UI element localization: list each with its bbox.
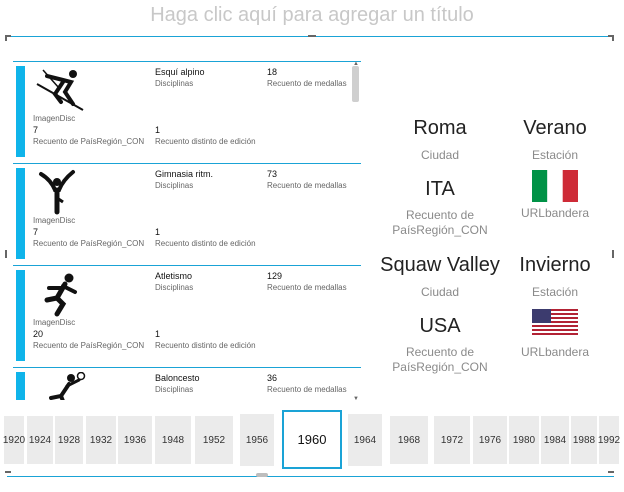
editions-label: Recuento distinto de edición: [155, 239, 256, 248]
discipline-label: Disciplinas: [155, 385, 194, 394]
year-tile[interactable]: 1992: [598, 416, 620, 464]
city-card[interactable]: Squaw Valley Ciudad: [378, 254, 502, 300]
card-accent-bar: [16, 372, 25, 400]
discipline-card[interactable]: ImagenDisc Esquí alpino Disciplinas 18 R…: [13, 61, 361, 157]
flag-card[interactable]: URLbandera: [500, 170, 610, 221]
year-tile[interactable]: 1988: [571, 416, 597, 464]
season-label: Estación: [531, 148, 579, 162]
frame-corner-top-left-v: [5, 35, 7, 41]
frame-corner-top-right-v: [612, 35, 614, 41]
alpine-skiing-icon: [36, 69, 84, 111]
season-value: Verano: [523, 117, 587, 139]
discipline-label: Disciplinas: [155, 283, 194, 292]
year-tile[interactable]: 1976: [473, 416, 507, 464]
medals-label: Recuento de medallas: [267, 283, 347, 292]
medals-label: Recuento de medallas: [267, 385, 347, 394]
rhythmic-gymnastics-icon: [39, 170, 75, 215]
image-label: ImagenDisc: [33, 318, 76, 327]
frame-corner-bottom-left: [5, 471, 11, 473]
medals-value: 73: [267, 169, 278, 179]
year-tile[interactable]: 1932: [86, 416, 116, 464]
countries-label: Recuento de PaísRegión_CON: [33, 239, 145, 248]
card-list-scrollbar[interactable]: [352, 66, 359, 102]
report-title-placeholder[interactable]: Haga clic aquí para agregar un título: [0, 4, 624, 27]
noc-label-line2: PaísRegión_CON: [392, 223, 488, 237]
city-value: Squaw Valley: [380, 254, 500, 276]
card-accent-bar: [16, 270, 25, 361]
year-tile[interactable]: 1920: [3, 416, 25, 464]
basketball-icon: [49, 372, 86, 400]
noc-label-line1: Recuento de: [405, 345, 475, 359]
year-tile[interactable]: 1924: [27, 416, 53, 464]
discipline-label: Disciplinas: [155, 181, 194, 190]
frame-top-handle[interactable]: [308, 35, 316, 37]
countries-value: 7: [33, 227, 39, 237]
year-tile-selected[interactable]: 1960: [282, 410, 342, 469]
season-card[interactable]: Verano Estación: [500, 117, 610, 163]
editions-value: 1: [155, 329, 161, 339]
flag-card[interactable]: URLbandera: [500, 309, 610, 360]
city-value: Roma: [413, 117, 467, 139]
countries-value: 20: [33, 329, 44, 339]
noc-value: USA: [419, 315, 461, 337]
scroll-down-arrow-icon[interactable]: ▼: [353, 396, 359, 402]
discipline-card[interactable]: ImagenDisc Gimnasia ritm. Disciplinas 73…: [13, 163, 361, 259]
season-card[interactable]: Invierno Estación: [500, 254, 610, 300]
city-label: Ciudad: [420, 285, 460, 299]
year-tile[interactable]: 1968: [390, 416, 428, 464]
discipline-card[interactable]: Baloncesto Disciplinas 36 Recuento de me…: [13, 367, 361, 400]
year-slicer[interactable]: 1920 1924 1928 1932 1936 1948 1952 1956 …: [0, 408, 624, 470]
year-tile[interactable]: 1980: [509, 416, 539, 464]
city-card[interactable]: Roma Ciudad: [384, 117, 496, 163]
discipline-value: Gimnasia ritm.: [155, 169, 214, 179]
editions-label: Recuento distinto de edición: [155, 137, 256, 146]
editions-value: 1: [155, 125, 161, 135]
usa-flag-icon: [532, 309, 578, 335]
discipline-card-list[interactable]: ImagenDisc Esquí alpino Disciplinas 18 R…: [13, 61, 361, 400]
year-tile[interactable]: 1952: [195, 416, 233, 464]
noc-value: ITA: [425, 178, 455, 200]
year-tile[interactable]: 1928: [55, 416, 83, 464]
medals-label: Recuento de medallas: [267, 79, 347, 88]
countries-value: 7: [33, 125, 39, 135]
year-tile[interactable]: 1964: [348, 414, 382, 466]
city-label: Ciudad: [420, 148, 460, 162]
frame-right-handle[interactable]: [612, 250, 614, 258]
countries-label: Recuento de PaísRegión_CON: [33, 341, 145, 350]
noc-label-line2: PaísRegión_CON: [392, 360, 488, 374]
year-tile[interactable]: 1956: [240, 414, 274, 466]
medals-value: 129: [267, 271, 283, 281]
discipline-label: Disciplinas: [155, 79, 194, 88]
card-accent-bar: [16, 66, 25, 157]
discipline-value: Esquí alpino: [155, 67, 205, 77]
year-tile[interactable]: 1972: [434, 416, 470, 464]
medals-value: 18: [267, 67, 278, 77]
noc-count-card[interactable]: USA Recuento de PaísRegión_CON: [384, 315, 496, 375]
countries-label: Recuento de PaísRegión_CON: [33, 137, 145, 146]
flag-label: URLbandera: [520, 206, 590, 220]
year-tile[interactable]: 1936: [118, 416, 152, 464]
season-value: Invierno: [519, 254, 591, 276]
flag-label: URLbandera: [520, 345, 590, 359]
noc-count-card[interactable]: ITA Recuento de PaísRegión_CON: [384, 178, 496, 238]
frame-corner-bottom-right: [608, 471, 614, 473]
editions-value: 1: [155, 227, 161, 237]
italy-flag-icon: [532, 170, 578, 202]
noc-label-line1: Recuento de: [405, 208, 475, 222]
discipline-value: Atletismo: [155, 271, 193, 281]
card-accent-bar: [16, 168, 25, 259]
image-label: ImagenDisc: [33, 114, 76, 123]
year-tile[interactable]: 1948: [155, 416, 191, 464]
resize-handle[interactable]: [256, 473, 268, 477]
athletics-icon: [44, 273, 77, 317]
medals-label: Recuento de medallas: [267, 181, 347, 190]
season-label: Estación: [531, 285, 579, 299]
year-tile[interactable]: 1984: [541, 416, 569, 464]
discipline-value: Baloncesto: [155, 373, 200, 383]
discipline-card[interactable]: ImagenDisc Atletismo Disciplinas 129 Rec…: [13, 265, 361, 361]
frame-left-handle[interactable]: [5, 250, 7, 258]
image-label: ImagenDisc: [33, 216, 76, 225]
medals-value: 36: [267, 373, 278, 383]
editions-label: Recuento distinto de edición: [155, 341, 256, 350]
